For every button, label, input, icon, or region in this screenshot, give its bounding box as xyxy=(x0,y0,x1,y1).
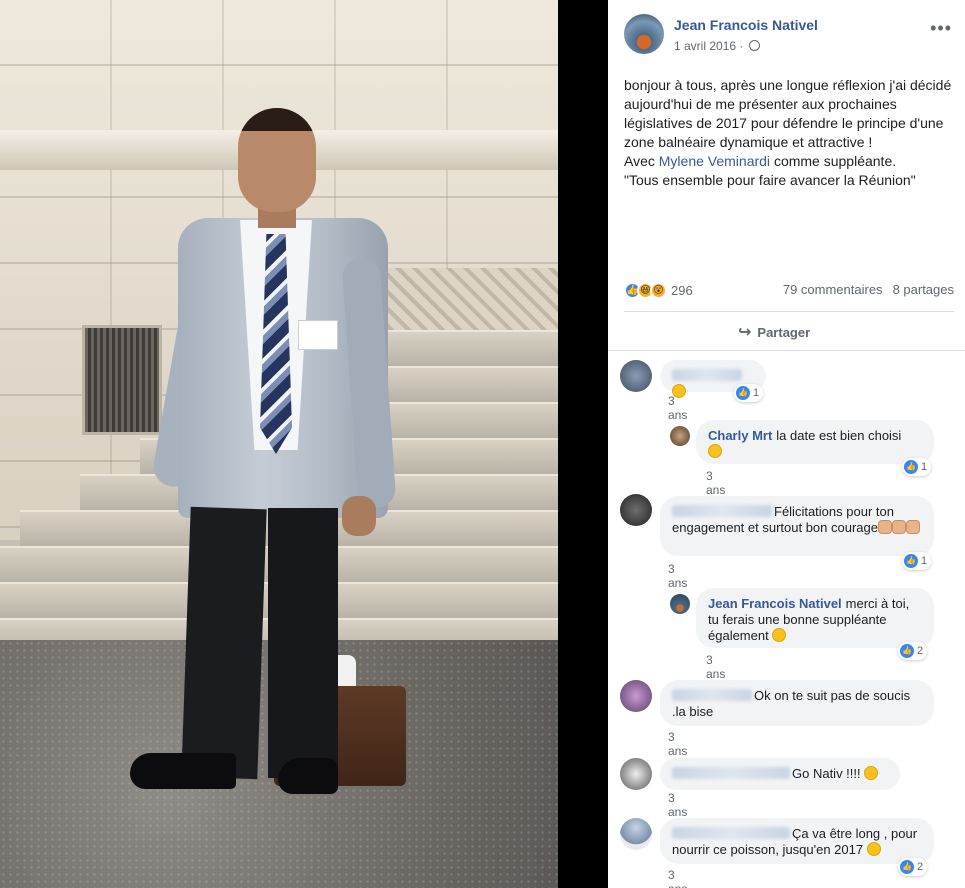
commenter-avatar[interactable] xyxy=(620,494,652,526)
share-button[interactable]: ↪ Partager xyxy=(738,322,810,342)
post-panel: Jean Francois Nativel 1 avril 2016 · •••… xyxy=(608,0,965,888)
like-icon: 👍 xyxy=(736,386,750,400)
divider xyxy=(608,350,965,351)
comment-time[interactable]: 3 ans xyxy=(668,730,687,758)
wall-ornament xyxy=(380,268,558,338)
stats-right: 79 commentaires 8 partages xyxy=(783,282,954,297)
reactions-summary[interactable]: 👍 😆 😮 296 xyxy=(624,282,693,299)
comment-time[interactable]: 3 ans xyxy=(706,653,725,681)
commenter-avatar[interactable] xyxy=(620,818,652,850)
meta-separator: · xyxy=(739,39,744,53)
divider xyxy=(624,311,954,312)
hidden-name xyxy=(672,827,790,839)
author-name[interactable]: Jean Francois Nativel xyxy=(674,17,818,33)
hidden-name xyxy=(672,767,790,779)
comment-bubble: Ok on te suit pas de soucis .la bise xyxy=(660,680,934,726)
post-supplement-line: Avec Mylene Veminardi comme suppléante. xyxy=(624,152,954,171)
post-header: Jean Francois Nativel 1 avril 2016 · ••• xyxy=(624,14,954,56)
head xyxy=(238,108,316,212)
comment-time[interactable]: 3 ans xyxy=(668,868,687,888)
more-options-icon[interactable]: ••• xyxy=(930,18,952,39)
smile-emoji-icon xyxy=(864,766,879,780)
globe-icon[interactable] xyxy=(748,40,760,51)
shares-count[interactable]: 8 partages xyxy=(893,282,954,297)
reactions-count[interactable]: 296 xyxy=(671,283,693,298)
comment-text: la date est bien choisi xyxy=(776,428,902,443)
comment-bubble: Félicitations pour ton engagement et sur… xyxy=(660,496,934,556)
author-avatar[interactable] xyxy=(624,14,664,54)
like-icon: 👍 xyxy=(900,644,914,658)
hidden-name xyxy=(672,505,772,517)
post-stats: 👍 😆 😮 296 79 commentaires 8 partages xyxy=(624,282,954,302)
like-icon: 👍 xyxy=(904,460,918,474)
share-label: Partager xyxy=(757,324,811,340)
commenter-avatar[interactable] xyxy=(670,426,690,446)
comment-time[interactable]: 3 ans xyxy=(706,469,725,497)
post-photo[interactable] xyxy=(0,0,558,888)
left-leg xyxy=(181,506,267,780)
smile-emoji-icon xyxy=(772,628,787,642)
commenter-name[interactable]: Charly Mrt xyxy=(708,428,772,443)
post-supplement: comme suppléante. xyxy=(773,153,897,169)
right-leg xyxy=(268,508,338,778)
like-icon: 👍 xyxy=(900,860,914,874)
comment-likes[interactable]: 👍 1 xyxy=(734,384,764,402)
commenter-avatar[interactable] xyxy=(620,360,652,392)
comment-bubble: Go Nativ !!!! xyxy=(660,758,900,790)
smile-emoji-icon xyxy=(708,444,722,458)
commenter-avatar[interactable] xyxy=(620,758,652,790)
comment-time[interactable]: 3 ans xyxy=(668,394,687,422)
comment-like-count: 2 xyxy=(917,861,924,873)
clap-emoji-icon xyxy=(891,520,906,534)
comment-text: Go Nativ !!!! xyxy=(792,766,861,781)
commenter-name[interactable]: Jean Francois Nativel xyxy=(708,596,842,611)
post-text: bonjour à tous, après une longue réflexi… xyxy=(624,76,954,190)
mention-link[interactable]: Mylene Veminardi xyxy=(659,153,770,169)
comment-like-count: 1 xyxy=(921,461,928,473)
post-meta: 1 avril 2016 · xyxy=(674,39,760,53)
share-icon: ↪ xyxy=(738,324,752,341)
comment-likes[interactable]: 👍 1 xyxy=(902,552,932,570)
wink-emoji-icon xyxy=(866,842,881,856)
comment-likes[interactable]: 👍 1 xyxy=(902,458,932,476)
comment-like-count: 2 xyxy=(917,645,924,657)
like-icon: 👍 xyxy=(904,554,918,568)
left-shoe xyxy=(130,753,236,789)
name-badge xyxy=(298,320,338,350)
comment-like-count: 1 xyxy=(921,555,928,567)
comments-count[interactable]: 79 commentaires xyxy=(783,282,883,297)
comment-time[interactable]: 3 ans xyxy=(668,562,687,590)
right-hand xyxy=(342,496,376,536)
commenter-avatar[interactable] xyxy=(620,680,652,712)
clap-emoji-icon xyxy=(905,520,920,534)
comment-bubble: Jean Francois Nativel merci à toi, tu fer… xyxy=(696,588,934,648)
wow-reaction-icon: 😮 xyxy=(650,282,667,299)
hidden-name xyxy=(672,689,752,701)
post-body: bonjour à tous, après une longue réflexi… xyxy=(624,77,952,150)
post-date[interactable]: 1 avril 2016 xyxy=(674,39,736,53)
post-avec: Avec xyxy=(624,153,655,169)
comment-likes[interactable]: 👍 2 xyxy=(898,642,928,660)
right-shoe xyxy=(278,758,338,794)
commenter-avatar[interactable] xyxy=(670,594,690,614)
comment-time[interactable]: 3 ans xyxy=(668,791,687,819)
comment-bubble: Charly Mrt la date est bien choisi xyxy=(696,420,934,464)
comment-likes[interactable]: 👍 2 xyxy=(898,858,928,876)
hidden-name xyxy=(672,369,742,381)
comment-bubble: Ça va être long , pour nourrir ce poisso… xyxy=(660,818,934,864)
post-quote: "Tous ensemble pour faire avancer la Réu… xyxy=(624,172,916,188)
comment-like-count: 1 xyxy=(753,387,760,399)
man-in-suit xyxy=(130,108,406,808)
clap-emoji-icon xyxy=(877,520,892,534)
